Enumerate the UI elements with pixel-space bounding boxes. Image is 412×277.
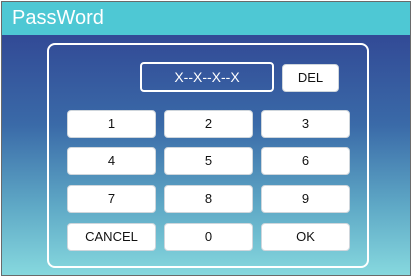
key-6-button[interactable]: 6: [261, 147, 350, 175]
delete-button[interactable]: DEL: [282, 64, 339, 92]
ok-button[interactable]: OK: [261, 223, 350, 251]
key-3-button[interactable]: 3: [261, 110, 350, 138]
key-8-button[interactable]: 8: [164, 185, 253, 213]
key-0-button[interactable]: 0: [164, 223, 253, 251]
password-display: X--X--X--X: [140, 62, 274, 92]
key-1-button[interactable]: 1: [67, 110, 156, 138]
window-title: PassWord: [2, 2, 410, 35]
key-5-button[interactable]: 5: [164, 147, 253, 175]
key-2-button[interactable]: 2: [164, 110, 253, 138]
key-9-button[interactable]: 9: [261, 185, 350, 213]
cancel-button[interactable]: CANCEL: [67, 223, 156, 251]
key-4-button[interactable]: 4: [67, 147, 156, 175]
key-7-button[interactable]: 7: [67, 185, 156, 213]
